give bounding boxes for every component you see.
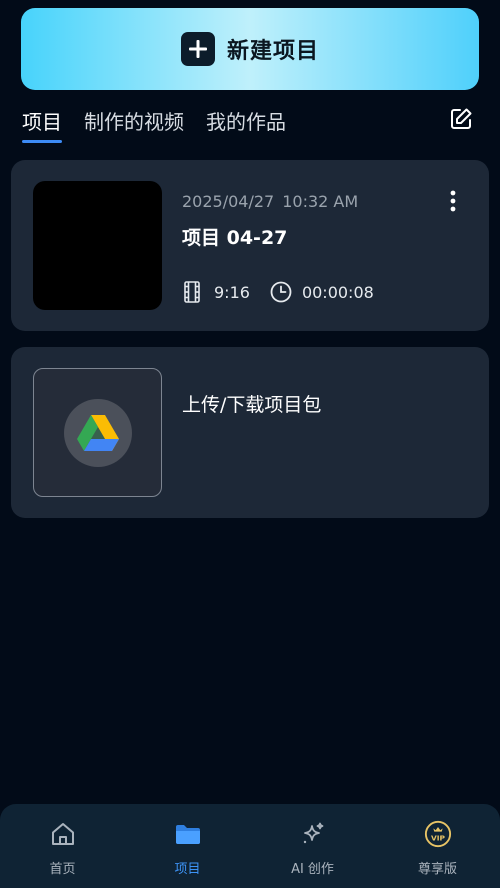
project-thumbnail[interactable]: [33, 181, 162, 310]
new-project-button[interactable]: 新建项目: [21, 8, 479, 90]
nav-projects[interactable]: 项目: [125, 804, 250, 888]
tab-made-videos[interactable]: 制作的视频: [84, 106, 184, 143]
project-duration: 00:00:08: [301, 282, 374, 302]
google-drive-icon: [63, 398, 132, 467]
plus-icon: [180, 32, 215, 66]
tab-my-works[interactable]: 我的作品: [206, 106, 286, 143]
drive-thumbnail[interactable]: [33, 368, 162, 497]
project-tabs: 项目 制作的视频 我的作品: [22, 106, 286, 143]
project-time: 10:32 AM: [282, 192, 359, 211]
clock-icon: [270, 281, 292, 303]
svg-text:VIP: VIP: [430, 834, 445, 843]
nav-ai-create[interactable]: AI 创作: [250, 804, 375, 888]
nav-home-label: 首页: [49, 862, 76, 877]
project-date: 2025/04/27: [182, 192, 275, 211]
project-datetime: 2025/04/27 10:32 AM: [182, 192, 358, 211]
more-vertical-icon[interactable]: [443, 190, 463, 212]
upload-download-card[interactable]: 上传/下载项目包: [11, 347, 489, 518]
bottom-navigation: 首页 项目 AI 创作 VIP 尊享版: [0, 804, 500, 888]
project-meta: 9:16 00:00:08: [184, 281, 374, 303]
nav-home[interactable]: 首页: [0, 804, 125, 888]
aspect-ratio: 9:16: [214, 282, 250, 302]
nav-ai-create-label: AI 创作: [291, 862, 334, 877]
edit-icon[interactable]: [449, 107, 473, 131]
project-card[interactable]: 2025/04/27 10:32 AM 项目 04-27 9:16 00:00:…: [11, 160, 489, 331]
tab-projects[interactable]: 项目: [22, 106, 62, 143]
new-project-label: 新建项目: [226, 39, 319, 64]
film-strip-icon: [184, 281, 200, 303]
folder-icon: [174, 820, 202, 848]
home-icon: [49, 820, 77, 848]
nav-projects-label: 项目: [174, 862, 201, 877]
nav-premium-label: 尊享版: [417, 862, 457, 877]
nav-premium[interactable]: VIP 尊享版: [375, 804, 500, 888]
sparkle-icon: [299, 820, 327, 848]
project-title: 项目 04-27: [182, 227, 288, 249]
upload-download-label: 上传/下载项目包: [182, 394, 322, 416]
vip-badge-icon: VIP: [424, 820, 452, 848]
projects-screen: 新建项目 项目 制作的视频 我的作品 2025/04/27 10:32 AM 项目…: [0, 0, 500, 888]
